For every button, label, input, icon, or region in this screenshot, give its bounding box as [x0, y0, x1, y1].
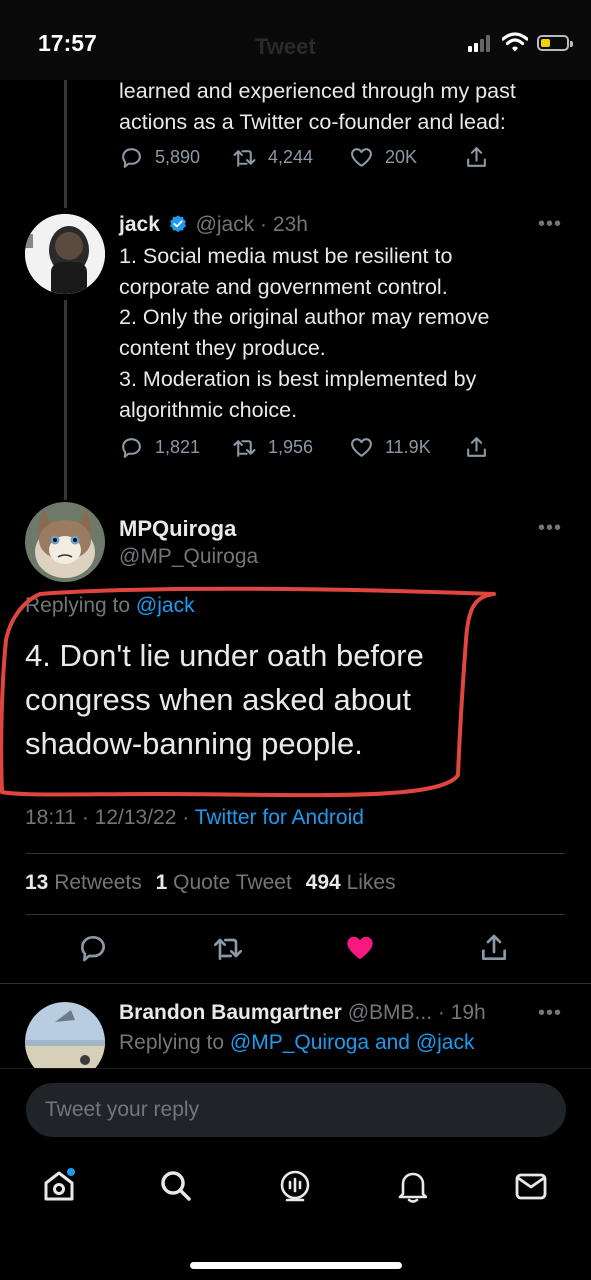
more-options-icon[interactable]: ••• — [538, 213, 562, 236]
tweet-stats: 13 Retweets 1 Quote Tweet 494 Likes — [25, 871, 396, 895]
notifications-icon[interactable] — [395, 1168, 431, 1204]
retweet-count: 4,244 — [268, 147, 314, 167]
author-handle-time: @jack · 23h — [195, 213, 308, 236]
heart-filled-icon[interactable] — [344, 932, 376, 964]
avatar-mpquiroga[interactable] — [25, 502, 105, 582]
tweet-header: jack @jack · 23h — [119, 210, 308, 240]
status-time: 17:57 — [38, 30, 97, 56]
likes-stat[interactable]: 494 Likes — [306, 871, 396, 894]
thread-connector — [64, 80, 67, 208]
screen-title: Tweet — [255, 34, 316, 59]
tweet-actions: 1,821 1,956 11.9K — [119, 435, 519, 465]
author-handle[interactable]: @MP_Quiroga — [119, 545, 258, 569]
reply-button[interactable]: 5,890 — [119, 145, 200, 170]
battery-icon — [537, 35, 573, 51]
wifi-icon — [502, 32, 528, 52]
reply-header: Brandon Baumgartner @BMB... · 19h — [119, 998, 486, 1028]
like-count: 11.9K — [385, 437, 431, 457]
tweet-source-link[interactable]: Twitter for Android — [195, 806, 364, 829]
retweet-icon — [233, 150, 256, 167]
author-handle-time: @BMB... · 19h — [347, 1001, 486, 1024]
share-button[interactable] — [464, 145, 500, 170]
more-options-icon[interactable]: ••• — [538, 517, 562, 540]
quotes-stat[interactable]: 1 Quote Tweet — [156, 871, 292, 894]
retweet-button[interactable]: 4,244 — [232, 145, 313, 170]
reply-icon — [122, 438, 141, 458]
heart-icon — [351, 438, 372, 457]
like-button[interactable]: 11.9K — [349, 435, 431, 460]
retweets-stat[interactable]: 13 Retweets — [25, 871, 142, 894]
tweet-timestamp: 18:11 · 12/13/22 · Twitter for Android — [25, 806, 364, 829]
reply-icon — [122, 148, 141, 168]
thread-connector — [64, 300, 67, 500]
spaces-icon[interactable] — [277, 1168, 313, 1204]
red-annotation-outline — [0, 586, 496, 798]
retweet-icon[interactable] — [212, 932, 244, 964]
replying-to: Replying to @MP_Quiroga and @jack — [119, 1031, 475, 1054]
cellular-signal-icon — [468, 34, 496, 52]
share-icon[interactable] — [478, 932, 510, 964]
avatar-jack[interactable] — [25, 214, 105, 294]
search-icon[interactable] — [158, 1168, 194, 1204]
tweet-actions: 5,890 4,244 20K — [119, 145, 519, 175]
share-button[interactable] — [464, 435, 500, 460]
divider — [0, 983, 591, 984]
retweet-icon — [233, 440, 256, 457]
reply-icon[interactable] — [77, 932, 109, 964]
main-tweet-actions — [0, 930, 591, 970]
share-icon — [467, 437, 486, 457]
messages-icon[interactable] — [513, 1168, 549, 1204]
author-name[interactable]: Brandon Baumgartner — [119, 1001, 342, 1024]
home-icon[interactable] — [41, 1168, 77, 1204]
like-count: 20K — [385, 147, 418, 167]
divider — [26, 914, 565, 915]
reply-input[interactable]: Tweet your reply — [26, 1083, 566, 1137]
tweet-text: learned and experienced through my past … — [119, 79, 516, 134]
verified-badge-icon — [169, 215, 186, 233]
tweet-text: 1. Social media must be resilient to cor… — [119, 244, 490, 422]
home-indicator[interactable] — [190, 1262, 402, 1269]
mention-link[interactable]: @MP_Quiroga and @jack — [230, 1031, 475, 1054]
reply-count: 5,890 — [155, 147, 201, 167]
like-button[interactable]: 20K — [349, 145, 417, 170]
reply-count: 1,821 — [155, 437, 201, 457]
retweet-count: 1,956 — [268, 437, 314, 457]
status-bar: 17:57 Tweet — [0, 0, 591, 80]
share-icon — [467, 147, 486, 167]
divider — [26, 853, 565, 854]
heart-icon — [351, 148, 372, 167]
reply-button[interactable]: 1,821 — [119, 435, 200, 460]
retweet-button[interactable]: 1,956 — [232, 435, 313, 460]
author-name[interactable]: jack — [119, 213, 160, 236]
more-options-icon[interactable]: ••• — [538, 1002, 562, 1025]
author-name[interactable]: MPQuiroga — [119, 516, 236, 542]
